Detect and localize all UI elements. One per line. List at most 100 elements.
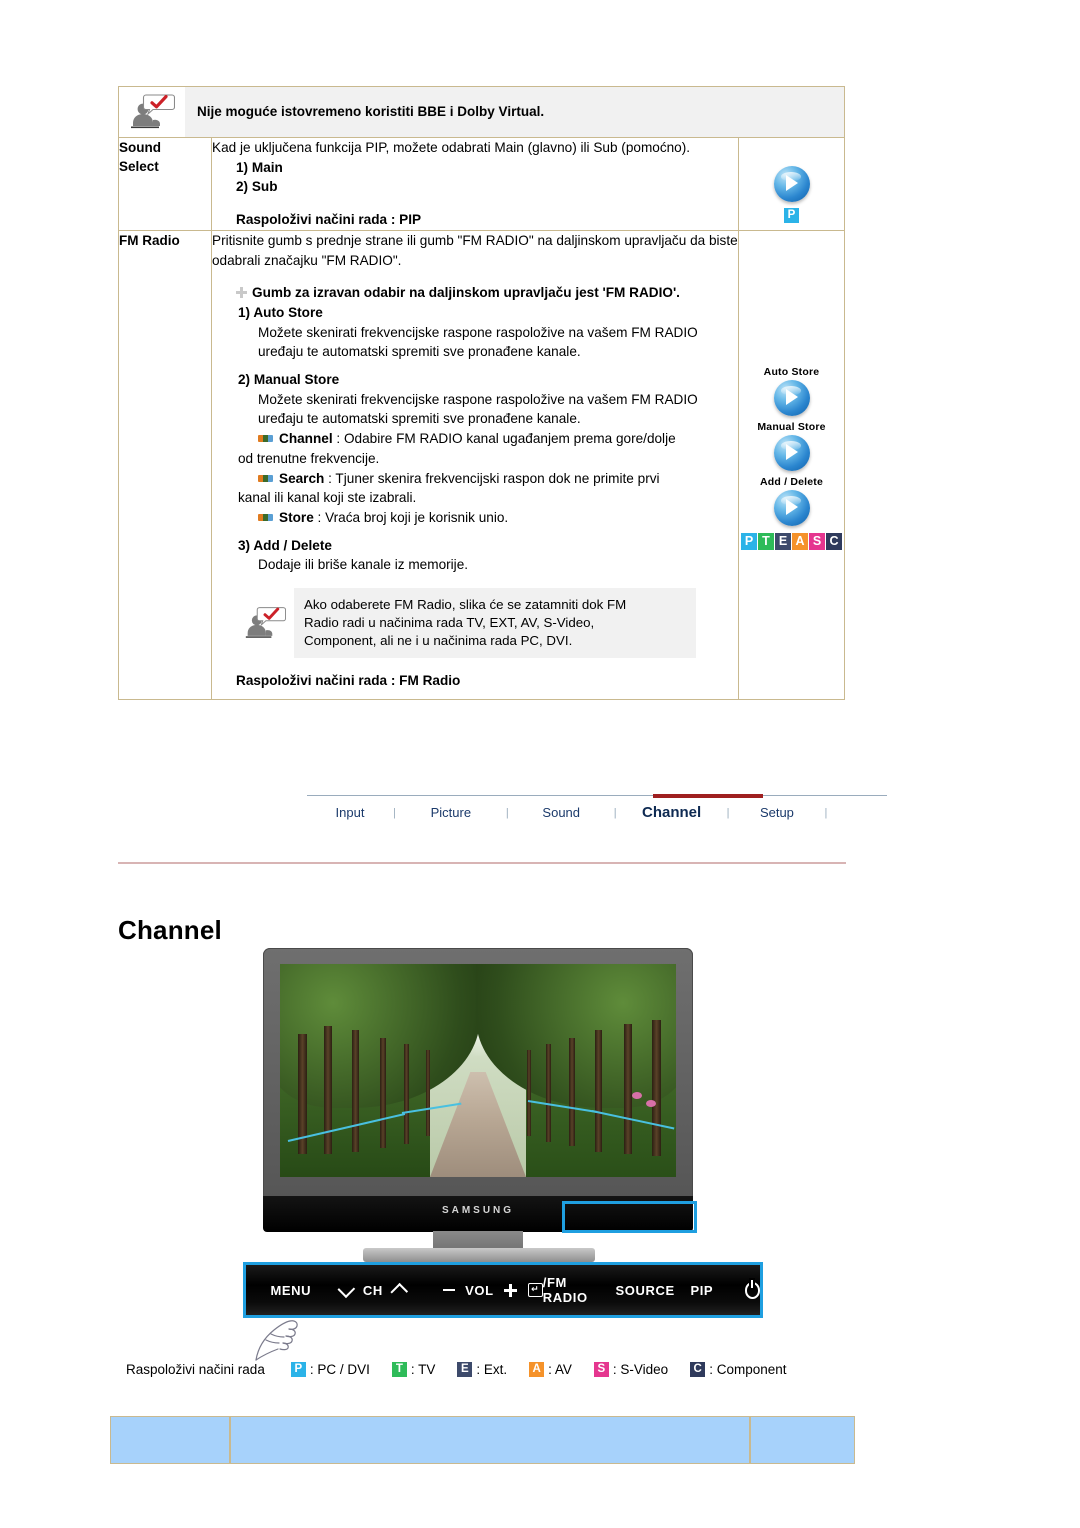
control-vol-label[interactable]: VOL xyxy=(465,1283,494,1298)
monitor-stand-base xyxy=(363,1248,595,1262)
fm-section-body-3: Dodaje ili briše kanale iz memorije. xyxy=(258,557,469,573)
mode-badge-a: A xyxy=(529,1362,545,1377)
fm-bullet-channel-cont: od trenutne frekvencije. xyxy=(238,450,380,466)
nav-tab-setup[interactable]: Setup xyxy=(729,805,824,820)
fm-bullet-search-desc: : Tjuner skenira frekvencijski raspon do… xyxy=(328,470,660,486)
fm-note-line-3: Component, ali ne i u načinima rada PC, … xyxy=(304,632,573,648)
monitor-control-highlight xyxy=(562,1201,697,1233)
chevron-down-icon[interactable] xyxy=(337,1279,355,1298)
fm-bullet-store-term: Store xyxy=(279,509,314,525)
mode-badge-e: E xyxy=(457,1362,473,1377)
nav-tab-sound[interactable]: Sound xyxy=(509,805,614,820)
row-label-line2: Select xyxy=(119,159,159,175)
section-nav: Input | Picture | Sound | Channel | Setu… xyxy=(307,794,887,821)
minus-icon[interactable] xyxy=(443,1288,455,1292)
fm-section-head-2: 2) Manual Store xyxy=(238,372,340,388)
nav-tab-picture[interactable]: Picture xyxy=(396,805,506,820)
legend-item-component: C : Component xyxy=(690,1362,786,1377)
icon-group-auto-store: Auto Store xyxy=(739,361,844,416)
fm-bullet-store: Store : Vraća broj koji je korisnik unio… xyxy=(258,508,738,528)
fm-bullet-store-desc: : Vraća broj koji je korisnik unio. xyxy=(317,509,509,525)
legend-text-ext: : Ext. xyxy=(476,1362,508,1377)
legend-item-av: A : AV xyxy=(529,1362,572,1377)
blue-play-orb-icon xyxy=(773,166,810,202)
mode-badge-p: P xyxy=(290,1362,306,1377)
mode-badge-c: C xyxy=(690,1362,706,1377)
mode-badge-p: P xyxy=(784,208,799,223)
fm-section-body-2: Možete skenirati frekvencijske raspone r… xyxy=(258,391,698,427)
dash-bullet-icon xyxy=(258,435,273,443)
legend-item-pc-dvi: P : PC / DVI xyxy=(290,1362,370,1377)
fm-note-line-2: Radio radi u načinima rada TV, EXT, AV, … xyxy=(304,615,595,630)
footer-cell-left xyxy=(110,1416,230,1464)
table-row-note: Nije moguće istovremeno koristiti BBE i … xyxy=(118,86,845,138)
legend-item-tv: T : TV xyxy=(391,1362,435,1377)
control-fmradio-label[interactable]: /FM RADIO xyxy=(543,1275,607,1305)
note-person-check-icon xyxy=(236,588,294,658)
fm-bullet-channel: Channel : Odabire FM RADIO kanal ugađanj… xyxy=(258,429,738,449)
legend-item-svideo: S : S-Video xyxy=(593,1362,669,1377)
control-ch-label[interactable]: CH xyxy=(363,1283,383,1298)
front-control-panel: MENU CH VOL ↵ /FM RADIO SOURCE PIP xyxy=(243,1262,763,1318)
dash-bullet-icon xyxy=(258,474,273,482)
blue-play-orb-icon xyxy=(773,489,810,526)
fm-radio-plus-heading-text: Gumb za izravan odabir na daljinskom upr… xyxy=(252,285,680,301)
nav-tab-channel[interactable]: Channel xyxy=(617,804,727,821)
monitor-screen xyxy=(280,964,676,1177)
mode-badge-s: S xyxy=(593,1362,609,1377)
legend-text-av: : AV xyxy=(548,1362,572,1377)
fm-bullet-search-cont: kanal ili kanal koji ste izabrali. xyxy=(238,490,417,506)
row-label-line1: FM Radio xyxy=(119,232,180,248)
fm-radio-plus-heading: Gumb za izravan odabir na daljinskom upr… xyxy=(236,283,738,303)
fm-bullet-channel-term: Channel xyxy=(279,431,333,447)
icon-group-add-delete: Add / Delete xyxy=(739,471,844,526)
legend-text-svideo: : S-Video xyxy=(612,1362,669,1377)
pointing-hand-icon xyxy=(248,1316,318,1364)
blue-play-orb-icon xyxy=(773,379,810,416)
blue-play-orb-icon xyxy=(773,434,810,471)
fm-section-head-3: 3) Add / Delete xyxy=(238,537,332,553)
mode-legend: Raspoloživi načini rada P : PC / DVI T :… xyxy=(126,1362,808,1377)
plus-icon[interactable] xyxy=(504,1283,518,1297)
control-pip-label[interactable]: PIP xyxy=(690,1283,713,1298)
footer-cell-right xyxy=(750,1416,855,1464)
fm-bullet-search-term: Search xyxy=(279,470,325,486)
fm-note-line-1: Ako odaberete FM Radio, slika će se zata… xyxy=(304,597,627,613)
fm-bullet-channel-desc: : Odabire FM RADIO kanal ugađanjem prema… xyxy=(336,431,676,447)
spec-table: Nije moguće istovremeno koristiti BBE i … xyxy=(118,86,845,700)
table-row-fm-radio: FM Radio Pritisnite gumb s prednje stran… xyxy=(118,229,845,700)
fm-bullet-search: Search : Tjuner skenira frekvencijski ra… xyxy=(258,469,738,489)
legend-item-ext: E : Ext. xyxy=(457,1362,507,1377)
chevron-up-icon[interactable] xyxy=(390,1282,409,1301)
mode-badge-c: C xyxy=(826,532,842,550)
sound-select-modes: Raspoloživi načini rada : PIP xyxy=(236,212,422,228)
mode-badge-t: T xyxy=(758,532,774,550)
power-icon[interactable] xyxy=(744,1279,760,1299)
nav-tab-input[interactable]: Input xyxy=(307,805,393,820)
dash-bullet-icon xyxy=(258,513,273,521)
fm-inner-note: Ako odaberete FM Radio, slika će se zata… xyxy=(236,588,696,658)
nav-separator: | xyxy=(824,806,828,819)
control-source-label[interactable]: SOURCE xyxy=(616,1283,675,1298)
sound-select-item-2: 2) Sub xyxy=(236,179,278,195)
row-label-sound-select: Sound Select xyxy=(118,137,212,231)
mode-badge-t: T xyxy=(391,1362,407,1377)
footer-bar xyxy=(110,1416,855,1464)
icon-caption-manual-store: Manual Store xyxy=(757,420,826,433)
mode-badge-p: P xyxy=(741,532,757,550)
document-page: Nije moguće istovremeno koristiti BBE i … xyxy=(0,0,1080,1528)
mode-badge-s: S xyxy=(809,532,825,550)
sound-select-paragraph: Kad je uključena funkcija PIP, možete od… xyxy=(212,140,691,155)
row-label-fm-radio: FM Radio xyxy=(118,229,212,700)
icon-caption-add-delete: Add / Delete xyxy=(759,475,824,488)
icon-caption-auto-store: Auto Store xyxy=(763,365,820,378)
control-menu-label[interactable]: MENU xyxy=(270,1283,311,1298)
nav-active-indicator xyxy=(653,794,763,798)
monitor-illustration: SAMSUNG xyxy=(263,948,697,1262)
sound-select-item-1: 1) Main xyxy=(236,159,283,175)
mode-badge-row: P T E A S C xyxy=(741,532,842,550)
enter-icon[interactable]: ↵ xyxy=(527,1283,543,1297)
mode-badge-e: E xyxy=(775,532,791,550)
row-icons-fm-radio: Auto Store Manual Store Add / Delete P T xyxy=(738,229,845,700)
table-row-sound-select: Sound Select Kad je uključena funkcija P… xyxy=(118,137,845,231)
